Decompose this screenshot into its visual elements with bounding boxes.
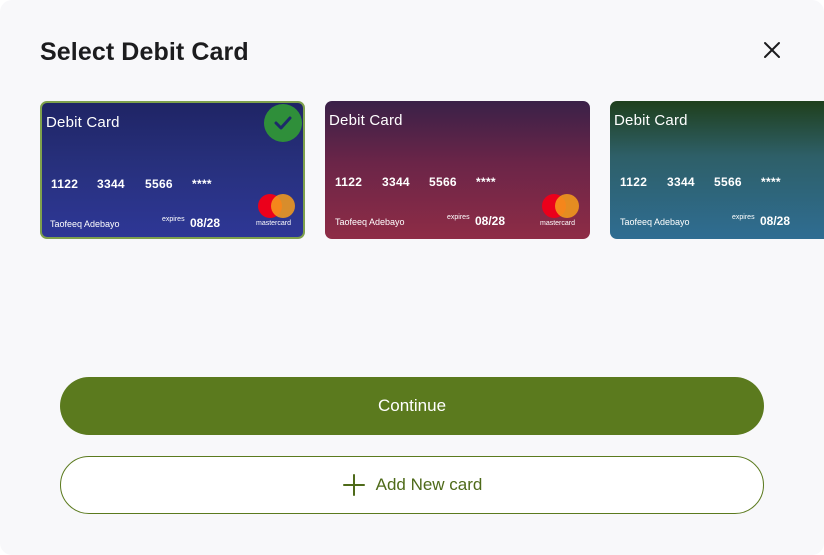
expiry-date: 08/28 bbox=[190, 216, 221, 230]
mastercard-logo: mastercard bbox=[540, 194, 584, 230]
card-carousel: Debit Card 1122 3344 5566 **** Taofeeq A… bbox=[40, 101, 824, 241]
card-number-group-2: 3344 bbox=[97, 177, 125, 191]
card-title: Debit Card bbox=[614, 112, 688, 129]
card-number-group-1: 1122 bbox=[51, 177, 79, 191]
card-title: Debit Card bbox=[46, 114, 120, 131]
card-holder-name: Taofeeq Adebayo bbox=[335, 217, 405, 227]
card-number-group-2: 3344 bbox=[667, 175, 695, 189]
close-icon bbox=[764, 42, 780, 58]
card-number-group-3: 5566 bbox=[145, 177, 173, 191]
close-button[interactable] bbox=[756, 34, 788, 66]
card-title: Debit Card bbox=[329, 112, 403, 129]
debit-card-3[interactable]: Debit Card 1122 3344 5566 **** Taofeeq A… bbox=[610, 101, 824, 239]
card-number-group-4: **** bbox=[761, 175, 781, 189]
card-number-group-2: 3344 bbox=[382, 175, 410, 189]
expiry-date: 08/28 bbox=[475, 214, 506, 228]
brand-label: mastercard bbox=[256, 220, 292, 227]
brand-label: mastercard bbox=[540, 220, 576, 227]
debit-card-2[interactable]: Debit Card 1122 3344 5566 **** Taofeeq A… bbox=[325, 101, 590, 239]
card-number-group-1: 1122 bbox=[620, 175, 648, 189]
page-title: Select Debit Card bbox=[40, 38, 249, 66]
plus-icon bbox=[342, 473, 366, 497]
expires-label: expires bbox=[732, 214, 755, 221]
card-holder-name: Taofeeq Adebayo bbox=[620, 217, 690, 227]
expiry-date: 08/28 bbox=[760, 214, 791, 228]
selected-check-icon bbox=[264, 104, 302, 142]
card-number-group-3: 5566 bbox=[429, 175, 457, 189]
continue-button-label: Continue bbox=[377, 396, 447, 415]
card-number-group-3: 5566 bbox=[714, 175, 742, 189]
select-card-modal: Select Debit Card Debit Card 1122 3344 5… bbox=[0, 0, 824, 555]
mastercard-logo: mastercard bbox=[256, 194, 300, 230]
debit-card-1[interactable]: Debit Card 1122 3344 5566 **** Taofeeq A… bbox=[40, 101, 305, 239]
card-number-group-1: 1122 bbox=[335, 175, 363, 189]
card-number-group-4: **** bbox=[476, 175, 496, 189]
expires-label: expires bbox=[162, 216, 185, 223]
card-holder-name: Taofeeq Adebayo bbox=[50, 219, 120, 229]
add-new-card-label: Add New card bbox=[375, 475, 483, 494]
expires-label: expires bbox=[447, 214, 470, 221]
add-new-card-button[interactable]: Add New card bbox=[60, 456, 764, 514]
card-number-group-4: **** bbox=[192, 177, 212, 191]
continue-button[interactable]: Continue bbox=[60, 377, 764, 435]
